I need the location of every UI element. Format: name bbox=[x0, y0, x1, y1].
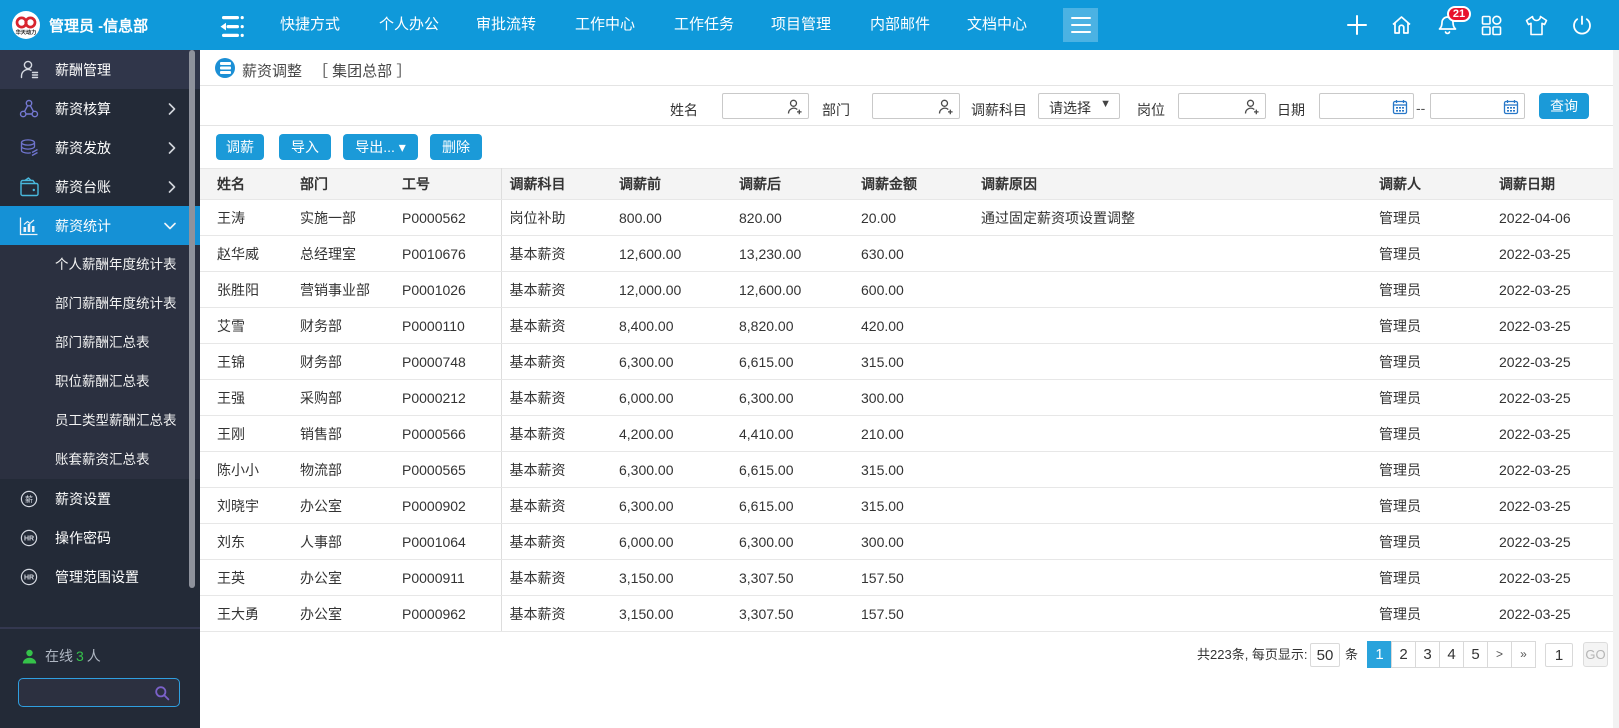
svg-text:薪: 薪 bbox=[25, 494, 33, 504]
svg-text:华天动力: 华天动力 bbox=[16, 28, 37, 36]
svg-text:HR: HR bbox=[24, 535, 34, 542]
svg-text:HR: HR bbox=[24, 574, 34, 581]
